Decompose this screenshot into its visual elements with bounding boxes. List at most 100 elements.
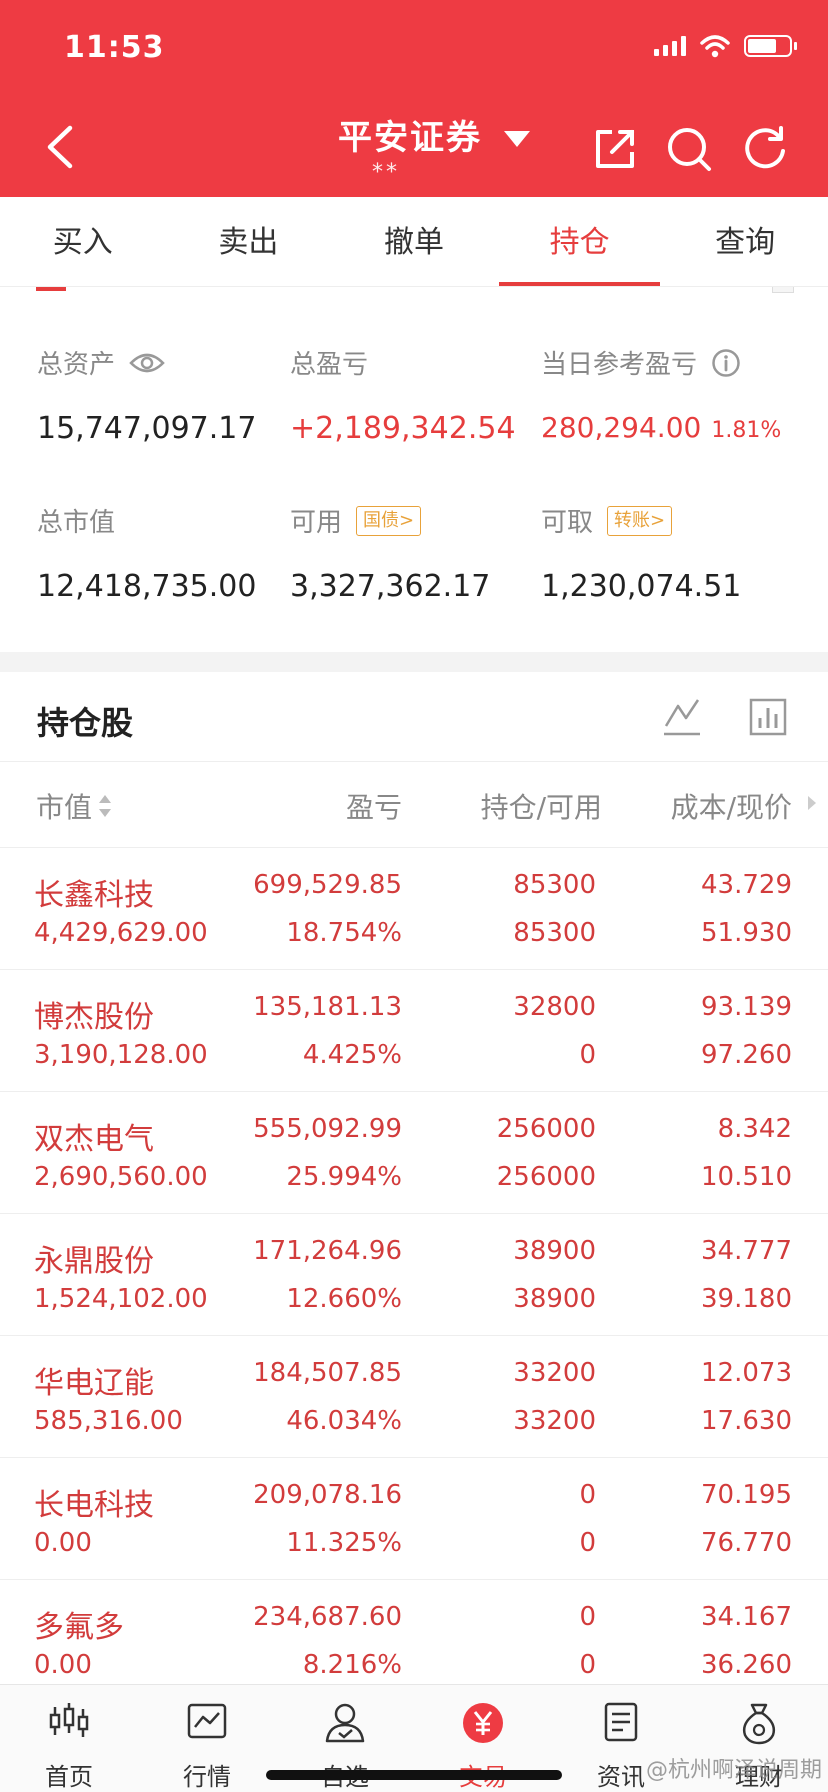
stock-pnl-percent: 25.994%: [286, 1162, 402, 1192]
nav-label: 首页: [45, 1763, 93, 1791]
line-chart-icon: [187, 1703, 227, 1739]
treasury-bond-button[interactable]: 国债>: [356, 505, 422, 536]
stock-pnl-percent: 46.034%: [286, 1406, 402, 1436]
nav-label: 行情: [183, 1763, 231, 1791]
scrolled-out-row: [0, 287, 828, 307]
trade-tabs: 买入 卖出 撤单 持仓 查询: [0, 197, 828, 287]
col-cost-price: 成本/现价: [670, 791, 792, 824]
stock-position: 85300: [513, 870, 596, 900]
market-value: 总市值 12,418,735.00: [37, 502, 256, 604]
position-ratio-badge: [772, 287, 794, 293]
stock-name: 双杰电气: [34, 1122, 154, 1157]
withdrawable-value: 1,230,074.51: [541, 569, 742, 604]
nav-market[interactable]: 行情: [138, 1685, 276, 1792]
caret-down-icon: [504, 130, 530, 147]
stock-market-value: 0.00: [34, 1528, 92, 1558]
transfer-button[interactable]: 转账>: [607, 505, 673, 536]
user-icon: [325, 1703, 365, 1743]
col-market-value[interactable]: 市值: [36, 786, 112, 826]
total-assets: 总资产 15,747,097.17: [37, 344, 256, 446]
stock-market-value: 4,429,629.00: [34, 918, 208, 948]
daily-pnl-percent: 1.81%: [711, 418, 782, 443]
table-row[interactable]: 长电科技 0.00 209,078.16 11.325% 0 0 70.195 …: [0, 1458, 828, 1580]
scroll-right-icon[interactable]: [806, 794, 818, 812]
total-assets-label: 总资产: [37, 350, 116, 380]
broker-selector[interactable]: 平安证券: [338, 110, 530, 159]
stock-available: 38900: [513, 1284, 596, 1314]
status-icons: [654, 34, 797, 58]
total-assets-value: 15,747,097.17: [37, 411, 257, 446]
stock-pnl: 209,078.16: [253, 1480, 402, 1510]
document-icon: [604, 1702, 638, 1742]
stock-pnl: 135,181.13: [253, 992, 402, 1022]
share-icon[interactable]: [590, 124, 640, 174]
stock-available: 256000: [496, 1162, 596, 1192]
stock-price: 51.930: [701, 918, 792, 948]
available-value: 3,327,362.17: [290, 569, 491, 604]
refresh-icon[interactable]: [740, 124, 790, 174]
table-row[interactable]: 双杰电气 2,690,560.00 555,092.99 25.994% 256…: [0, 1092, 828, 1214]
col-position: 持仓/可用: [480, 791, 602, 824]
table-row[interactable]: 长鑫科技 4,429,629.00 699,529.85 18.754% 853…: [0, 848, 828, 970]
total-pnl-label: 总盈亏: [290, 350, 369, 380]
available-funds: 可用 国债> 3,327,362.17: [290, 502, 490, 604]
trend-line-icon[interactable]: [662, 696, 702, 738]
asset-summary: 总资产 15,747,097.17 总盈亏 +2,189,342.54 当日参考…: [0, 310, 828, 650]
search-icon[interactable]: [664, 124, 714, 174]
tab-query[interactable]: 查询: [662, 197, 828, 286]
stock-pnl: 234,687.60: [253, 1602, 402, 1632]
wifi-icon: [700, 35, 730, 58]
stock-cost: 8.342: [717, 1114, 792, 1144]
stock-price: 39.180: [701, 1284, 792, 1314]
stock-cost: 12.073: [701, 1358, 792, 1388]
holdings-title: 持仓股: [37, 704, 134, 742]
account-indicator: **: [372, 160, 400, 185]
stock-cost: 93.139: [701, 992, 792, 1022]
stock-pnl: 184,507.85: [253, 1358, 402, 1388]
stock-pnl: 555,092.99: [253, 1114, 402, 1144]
stock-position: 256000: [496, 1114, 596, 1144]
stock-pnl-percent: 18.754%: [286, 918, 402, 948]
daily-pnl-label: 当日参考盈亏: [541, 350, 698, 380]
table-row[interactable]: 永鼎股份 1,524,102.00 171,264.96 12.660% 389…: [0, 1214, 828, 1336]
available-label: 可用: [290, 508, 343, 538]
page-title: 平安证券: [338, 118, 482, 158]
market-value-value: 12,418,735.00: [37, 569, 257, 604]
stock-position: 0: [579, 1602, 596, 1632]
bar-chart-icon[interactable]: [748, 696, 788, 738]
stock-available: 0: [579, 1528, 596, 1558]
stock-cost: 70.195: [701, 1480, 792, 1510]
stock-name: 多氟多: [34, 1610, 124, 1645]
info-icon[interactable]: [711, 348, 741, 378]
nav-home[interactable]: 首页: [0, 1685, 138, 1792]
eye-icon[interactable]: [129, 351, 165, 375]
stock-name: 华电辽能: [34, 1366, 154, 1401]
stock-position: 32800: [513, 992, 596, 1022]
stock-pnl-percent: 11.325%: [286, 1528, 402, 1558]
daily-pnl-value: 280,294.00: [541, 411, 702, 444]
tab-cancel-order[interactable]: 撤单: [331, 197, 497, 286]
withdrawable-funds: 可取 转账> 1,230,074.51: [541, 502, 741, 604]
tab-buy[interactable]: 买入: [0, 197, 166, 286]
stock-pnl-percent: 12.660%: [286, 1284, 402, 1314]
home-indicator[interactable]: [266, 1770, 562, 1780]
candlestick-icon: [49, 1703, 89, 1737]
col-pnl: 盈亏: [345, 791, 402, 824]
scrolled-out-mark: [36, 287, 66, 291]
moneybag-icon: [742, 1703, 776, 1745]
table-row[interactable]: 华电辽能 585,316.00 184,507.85 46.034% 33200…: [0, 1336, 828, 1458]
table-row[interactable]: 博杰股份 3,190,128.00 135,181.13 4.425% 3280…: [0, 970, 828, 1092]
yuan-icon: [463, 1703, 503, 1743]
stock-price: 10.510: [701, 1162, 792, 1192]
tab-positions[interactable]: 持仓: [497, 197, 663, 286]
battery-icon: [744, 35, 797, 57]
back-arrow-icon[interactable]: [40, 122, 80, 172]
market-value-label: 总市值: [37, 508, 116, 538]
stock-available: 85300: [513, 918, 596, 948]
tab-sell[interactable]: 卖出: [166, 197, 332, 286]
status-time: 11:53: [64, 30, 165, 65]
holdings-header: 持仓股: [0, 672, 828, 762]
signal-icon: [654, 36, 686, 56]
stock-cost: 43.729: [701, 870, 792, 900]
stock-market-value: 0.00: [34, 1650, 92, 1680]
